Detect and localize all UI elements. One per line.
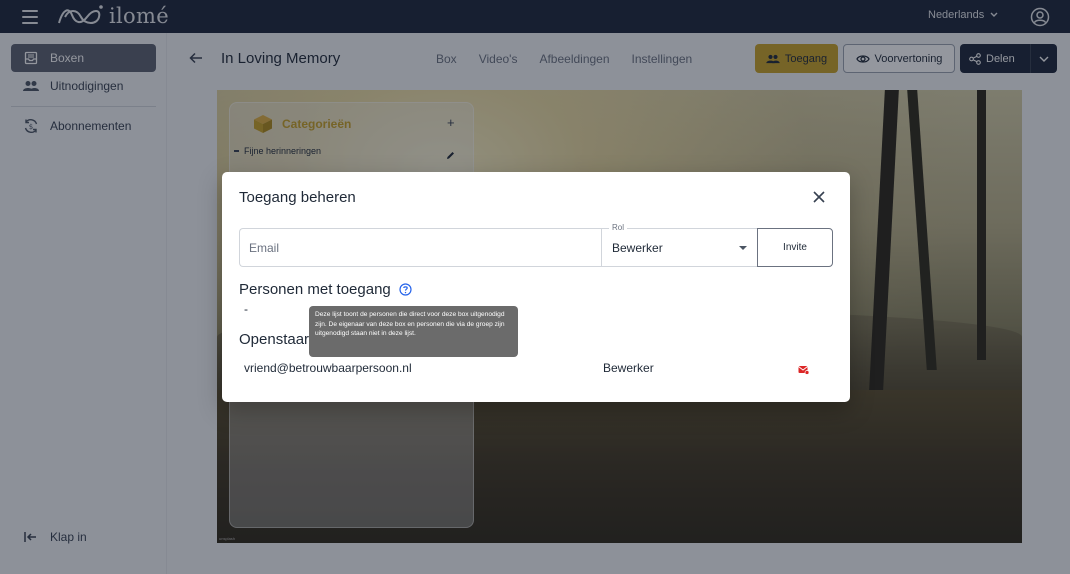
help-icon[interactable]	[399, 283, 412, 296]
people-section-heading: Personen met toegang	[239, 281, 412, 298]
revoke-invite-icon[interactable]	[798, 362, 810, 380]
modal-title: Toegang beheren	[239, 189, 356, 206]
access-modal: Toegang beheren Bewerker Rol Invite Pers…	[222, 172, 850, 402]
role-label: Rol	[609, 223, 628, 232]
people-empty: -	[244, 302, 248, 316]
role-select[interactable]: Bewerker	[601, 228, 758, 267]
pending-email: vriend@betrouwbaarpersoon.nl	[244, 361, 412, 375]
close-icon[interactable]	[810, 188, 828, 206]
role-value: Bewerker	[612, 240, 663, 255]
email-field[interactable]	[239, 228, 602, 267]
pending-role: Bewerker	[603, 361, 654, 375]
help-tooltip: Deze lijst toont de personen die direct …	[309, 306, 518, 357]
invite-button[interactable]: Invite	[757, 228, 833, 267]
pending-section-title: Openstaar	[239, 331, 310, 348]
caret-down-icon	[739, 246, 747, 250]
email-input[interactable]	[249, 240, 589, 255]
people-section-title: Personen met toegang	[239, 281, 391, 298]
